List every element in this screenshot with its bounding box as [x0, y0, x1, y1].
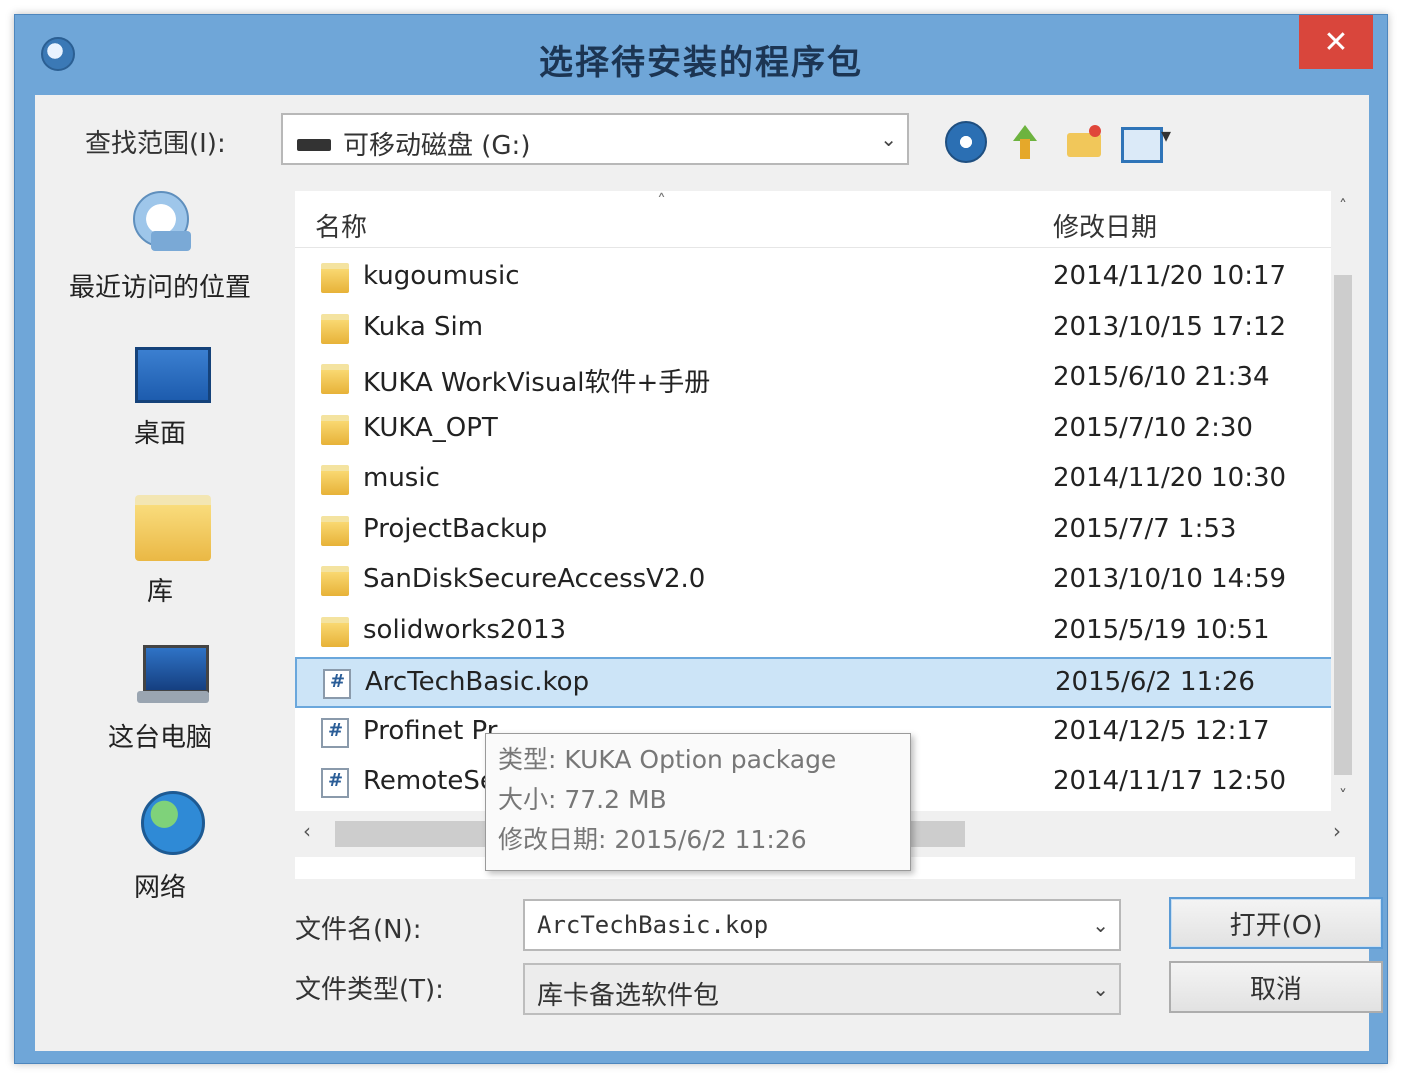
place-library[interactable]: 库 [35, 495, 285, 607]
place-label: 网络 [133, 873, 186, 903]
file-name: music [363, 463, 440, 493]
filetype-label: 文件类型(T): [295, 975, 444, 1005]
list-item-selected[interactable]: ArcTechBasic.kop 2015/6/2 11:26 [295, 657, 1339, 708]
folder-icon [321, 414, 349, 445]
list-item[interactable]: KUKA_OPT 2015/7/10 2:30 [295, 405, 1339, 456]
vertical-scrollbar[interactable]: ˄ ˅ [1331, 191, 1355, 811]
file-info-tooltip: 类型: KUKA Option package 大小: 77.2 MB 修改日期… [485, 733, 911, 871]
place-label: 这台电脑 [107, 723, 212, 753]
file-date: 2015/5/19 10:51 [1053, 614, 1270, 645]
file-date: 2013/10/15 17:12 [1053, 311, 1287, 342]
cancel-button[interactable]: 取消 [1169, 961, 1383, 1013]
places-bar: 最近访问的位置 桌面 库 这台电脑 网络 [35, 187, 285, 947]
list-item[interactable]: ProjectBackup 2015/7/7 1:53 [295, 506, 1339, 557]
package-file-icon [323, 669, 351, 699]
filename-input[interactable]: ArcTechBasic.kop ⌄ [523, 899, 1121, 951]
list-item[interactable]: music 2014/11/20 10:30 [295, 455, 1339, 506]
folder-icon [321, 515, 349, 546]
folder-icon [321, 364, 349, 394]
file-date: 2015/6/2 11:26 [1055, 667, 1255, 697]
new-folder-icon[interactable] [1063, 121, 1105, 163]
chevron-down-icon[interactable]: ⌄ [1092, 913, 1109, 937]
filename-label: 文件名(N): [295, 915, 422, 945]
scroll-up-icon[interactable]: ˄ [1331, 191, 1355, 221]
list-item[interactable]: solidworks2013 2015/5/19 10:51 [295, 607, 1339, 658]
filetype-dropdown[interactable]: 库卡备选软件包 ⌄ [523, 963, 1121, 1015]
header-divider [295, 247, 1335, 248]
recent-places-icon [133, 187, 193, 257]
place-network[interactable]: 网络 [35, 791, 285, 903]
file-date: 2015/7/7 1:53 [1053, 513, 1237, 544]
back-icon[interactable] [945, 121, 987, 163]
desktop-icon [135, 347, 211, 403]
computer-icon [137, 645, 209, 703]
chevron-down-icon[interactable]: ⌄ [880, 127, 897, 151]
removable-drive-icon [297, 139, 331, 151]
place-label: 库 [146, 577, 173, 607]
view-menu-icon[interactable] [1119, 121, 1179, 163]
tooltip-size: 大小: 77.2 MB [498, 785, 667, 814]
open-button[interactable]: 打开(O) [1169, 897, 1383, 949]
filename-value: ArcTechBasic.kop [537, 911, 769, 939]
folder-icon [321, 263, 349, 293]
folder-icon [321, 566, 349, 596]
file-name: Kuka Sim [363, 311, 484, 342]
place-label: 最近访问的位置 [68, 273, 251, 303]
file-name: KUKA WorkVisual软件+手册 [363, 368, 711, 398]
lookin-dropdown[interactable]: 可移动磁盘 (G:) ⌄ [281, 113, 909, 165]
folder-icon [321, 616, 349, 647]
file-name: ArcTechBasic.kop [365, 667, 590, 697]
file-name: Profinet Pr [363, 715, 498, 746]
file-name: kugoumusic [363, 261, 520, 291]
vertical-scroll-thumb[interactable] [1334, 275, 1352, 775]
sort-caret-icon: ˄ [657, 191, 666, 212]
file-name: solidworks2013 [363, 614, 567, 645]
package-file-icon [321, 717, 349, 748]
scroll-down-icon[interactable]: ˅ [1331, 781, 1355, 811]
file-date: 2014/11/20 10:17 [1053, 261, 1287, 291]
column-header-name[interactable]: 名称 [315, 207, 367, 244]
dialog-title: 选择待安装的程序包 [539, 43, 863, 83]
up-folder-icon[interactable] [1005, 121, 1047, 163]
filetype-value: 库卡备选软件包 [537, 981, 720, 1011]
folder-icon [321, 465, 349, 495]
scroll-right-icon[interactable]: › [1333, 819, 1341, 843]
file-date: 2015/6/10 21:34 [1053, 362, 1270, 392]
file-date: 2014/12/5 12:17 [1053, 715, 1270, 746]
folder-icon [321, 313, 349, 344]
place-computer[interactable]: 这台电脑 [35, 645, 285, 755]
list-item[interactable]: SanDiskSecureAccessV2.0 2013/10/10 14:59 [295, 556, 1339, 607]
title-bar[interactable]: 选择待安装的程序包 ✕ [15, 15, 1387, 95]
file-date: 2014/11/17 12:50 [1053, 766, 1287, 796]
dialog-body: 查找范围(I): 可移动磁盘 (G:) ⌄ 最近访问的位置 桌面 库 [35, 95, 1383, 1051]
list-item[interactable]: kugoumusic 2014/11/20 10:17 [295, 253, 1339, 304]
file-name: RemoteSe [363, 766, 496, 796]
lookin-value: 可移动磁盘 (G:) [343, 131, 531, 161]
package-file-icon [321, 768, 349, 798]
file-date: 2014/11/20 10:30 [1053, 463, 1287, 493]
close-button[interactable]: ✕ [1299, 15, 1373, 69]
place-label: 桌面 [133, 419, 186, 449]
file-rows: kugoumusic 2014/11/20 10:17 Kuka Sim 201… [295, 253, 1339, 809]
lookin-label: 查找范围(I): [85, 129, 226, 159]
scroll-left-icon[interactable]: ‹ [303, 819, 311, 843]
file-name: KUKA_OPT [363, 412, 498, 443]
place-desktop[interactable]: 桌面 [35, 347, 285, 457]
file-date: 2013/10/10 14:59 [1053, 564, 1287, 594]
list-item[interactable]: Kuka Sim 2013/10/15 17:12 [295, 304, 1339, 355]
list-item[interactable]: KUKA WorkVisual软件+手册 2015/6/10 21:34 [295, 354, 1339, 405]
tooltip-date: 修改日期: 2015/6/2 11:26 [498, 825, 807, 854]
file-name: SanDiskSecureAccessV2.0 [363, 564, 706, 594]
tooltip-type: 类型: KUKA Option package [498, 745, 837, 774]
file-open-dialog: 选择待安装的程序包 ✕ 查找范围(I): 可移动磁盘 (G:) ⌄ 最近访问的位… [14, 14, 1388, 1064]
file-name: ProjectBackup [363, 513, 548, 544]
file-date: 2015/7/10 2:30 [1053, 412, 1253, 443]
network-icon [141, 791, 205, 855]
place-recent[interactable]: 最近访问的位置 [35, 187, 285, 307]
library-icon [135, 495, 211, 561]
column-header-date[interactable]: 修改日期 [1053, 207, 1157, 244]
chevron-down-icon[interactable]: ⌄ [1092, 977, 1109, 1001]
